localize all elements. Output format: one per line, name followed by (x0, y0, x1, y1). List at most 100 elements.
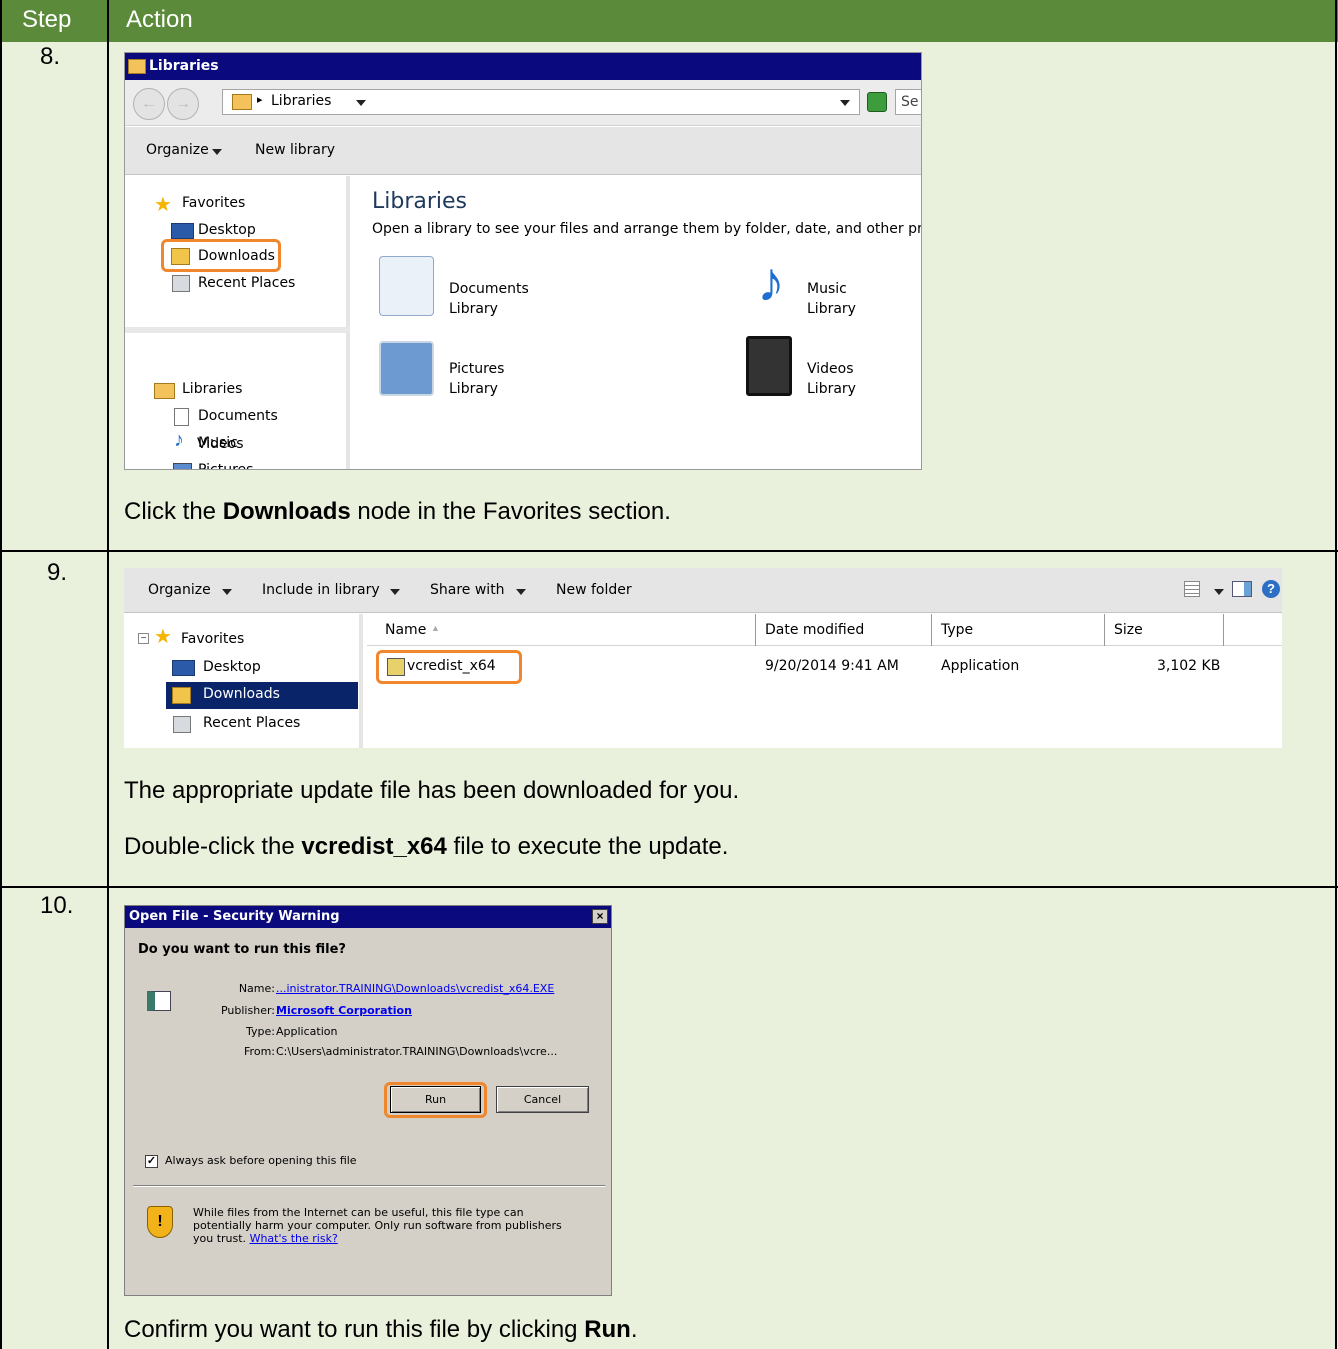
file-row[interactable]: vcredist_x64 9/20/2014 9:41 AM Applicati… (367, 650, 1282, 684)
music-library-name[interactable]: Music (807, 281, 847, 297)
pictures-library-icon[interactable] (379, 341, 434, 396)
star-icon: ★ (154, 194, 172, 216)
run-button[interactable]: Run (390, 1086, 481, 1113)
sort-ascending-icon: ▲ (431, 623, 440, 633)
nav-desktop[interactable]: Desktop (203, 659, 261, 675)
step9-instruction-2: Double-click the vcredist_x64 file to ex… (124, 833, 728, 861)
column-type[interactable]: Type (941, 622, 973, 638)
share-with-button[interactable]: Share with (430, 582, 505, 598)
always-ask-checkbox[interactable]: ✓ (145, 1155, 158, 1168)
help-icon[interactable]: ? (1262, 580, 1280, 598)
videos-library-icon[interactable] (746, 336, 792, 396)
collapse-icon[interactable]: − (138, 633, 149, 644)
column-headers: Name ▲ Date modified Type Size (367, 614, 1282, 646)
command-bar: Organize Include in library Share with N… (124, 568, 1282, 613)
step-cell-10 (0, 888, 108, 1349)
dialog-titlebar: Open File - Security Warning × (125, 906, 611, 928)
header-step-label: Step (22, 6, 72, 33)
file-list: Name ▲ Date modified Type Size vcredist_… (367, 614, 1282, 748)
column-divider[interactable] (931, 614, 932, 646)
value-publisher-link[interactable]: Microsoft Corporation (276, 1004, 412, 1017)
close-button[interactable]: × (592, 909, 608, 924)
chevron-down-icon (516, 589, 526, 595)
nav-recent-places[interactable]: Recent Places (203, 715, 300, 731)
videos-library-name[interactable]: Videos (807, 361, 854, 377)
file-name[interactable]: vcredist_x64 (407, 658, 496, 674)
label-from: From: (244, 1045, 275, 1058)
nav-favorites[interactable]: Favorites (181, 631, 244, 647)
nav-recent-places[interactable]: Recent Places (198, 275, 295, 291)
step9-instruction-1: The appropriate update file has been dow… (124, 777, 740, 804)
run-label: Run (424, 1093, 447, 1106)
search-input[interactable]: Se (895, 89, 921, 115)
label-name: Name: (238, 982, 275, 995)
file-date: 9/20/2014 9:41 AM (765, 658, 899, 674)
documents-library-name[interactable]: Documents (449, 281, 529, 297)
music-library-icon[interactable]: ♪ (741, 252, 801, 312)
step-cell-8 (0, 42, 108, 550)
address-separator: ▸ (257, 93, 263, 106)
column-divider[interactable] (755, 614, 756, 646)
window-title: Libraries (149, 58, 219, 74)
new-library-button[interactable]: New library (255, 142, 335, 158)
column-divider[interactable] (1223, 614, 1224, 646)
step-number: 10. (40, 892, 74, 919)
value-type: Application (276, 1025, 338, 1038)
refresh-icon[interactable] (867, 92, 887, 112)
content-pane: Libraries Open a library to see your fil… (354, 176, 921, 469)
chevron-down-icon (222, 589, 232, 595)
organize-button[interactable]: Organize (148, 582, 211, 598)
grid-line (107, 0, 109, 1349)
instruction-bold: Run (584, 1316, 631, 1343)
chevron-down-icon (212, 149, 222, 155)
instruction-text: Click the (124, 498, 223, 525)
instruction-text: node in the Favorites section. (350, 498, 671, 525)
downloads-folder-icon (171, 248, 190, 265)
new-folder-button[interactable]: New folder (556, 582, 632, 598)
back-button[interactable]: ← (133, 88, 165, 120)
chevron-down-icon[interactable] (840, 100, 850, 106)
nav-separator (125, 327, 350, 333)
recent-places-icon (173, 716, 191, 733)
nav-libraries[interactable]: Libraries (182, 381, 242, 397)
cancel-button[interactable]: Cancel (496, 1086, 589, 1113)
nav-videos[interactable]: Videos (197, 436, 244, 452)
dialog-question: Do you want to run this file? (138, 942, 346, 957)
forward-button[interactable]: → (167, 88, 199, 120)
documents-library-icon[interactable] (379, 256, 434, 316)
column-size[interactable]: Size (1114, 622, 1143, 638)
nav-documents[interactable]: Documents (198, 408, 278, 424)
whats-the-risk-link[interactable]: What's the risk? (250, 1232, 338, 1245)
documents-library-sub: Library (449, 301, 498, 317)
application-icon (387, 658, 405, 676)
nav-desktop[interactable]: Desktop (198, 222, 256, 238)
include-in-library-button[interactable]: Include in library (262, 582, 380, 598)
downloads-window: Organize Include in library Share with N… (124, 568, 1282, 748)
warning-text: you trust. (193, 1232, 250, 1245)
downloads-folder-icon (172, 687, 191, 704)
preview-pane-icon[interactable] (1232, 581, 1252, 597)
nav-downloads[interactable]: Downloads (198, 248, 275, 264)
organize-button[interactable]: Organize (146, 142, 209, 158)
instruction-bold: vcredist_x64 (301, 833, 447, 860)
warning-line: you trust. What's the risk? (193, 1232, 338, 1245)
nav-downloads-selected[interactable]: Downloads (166, 682, 358, 709)
command-bar: Organize New library (125, 127, 921, 175)
chevron-down-icon[interactable] (1214, 589, 1224, 595)
application-icon (147, 991, 171, 1011)
dialog-title: Open File - Security Warning (129, 909, 340, 924)
column-divider[interactable] (1104, 614, 1105, 646)
grid-line (0, 0, 2, 1349)
column-date-modified[interactable]: Date modified (765, 622, 864, 638)
always-ask-label[interactable]: Always ask before opening this file (165, 1154, 357, 1167)
nav-pictures[interactable]: Pictures (198, 462, 253, 469)
value-name-link[interactable]: ...inistrator.TRAINING\Downloads\vcredis… (276, 982, 554, 995)
column-name[interactable]: Name (385, 622, 426, 638)
navigation-pane: − ★ Favorites Desktop Downloads Recent P… (124, 614, 363, 748)
chevron-down-icon[interactable] (356, 100, 366, 106)
pictures-library-name[interactable]: Pictures (449, 361, 504, 377)
documents-icon (174, 408, 189, 426)
shield-warning-icon: ! (147, 1206, 173, 1238)
nav-favorites[interactable]: Favorites (182, 195, 245, 211)
view-options-icon[interactable] (1184, 581, 1200, 597)
